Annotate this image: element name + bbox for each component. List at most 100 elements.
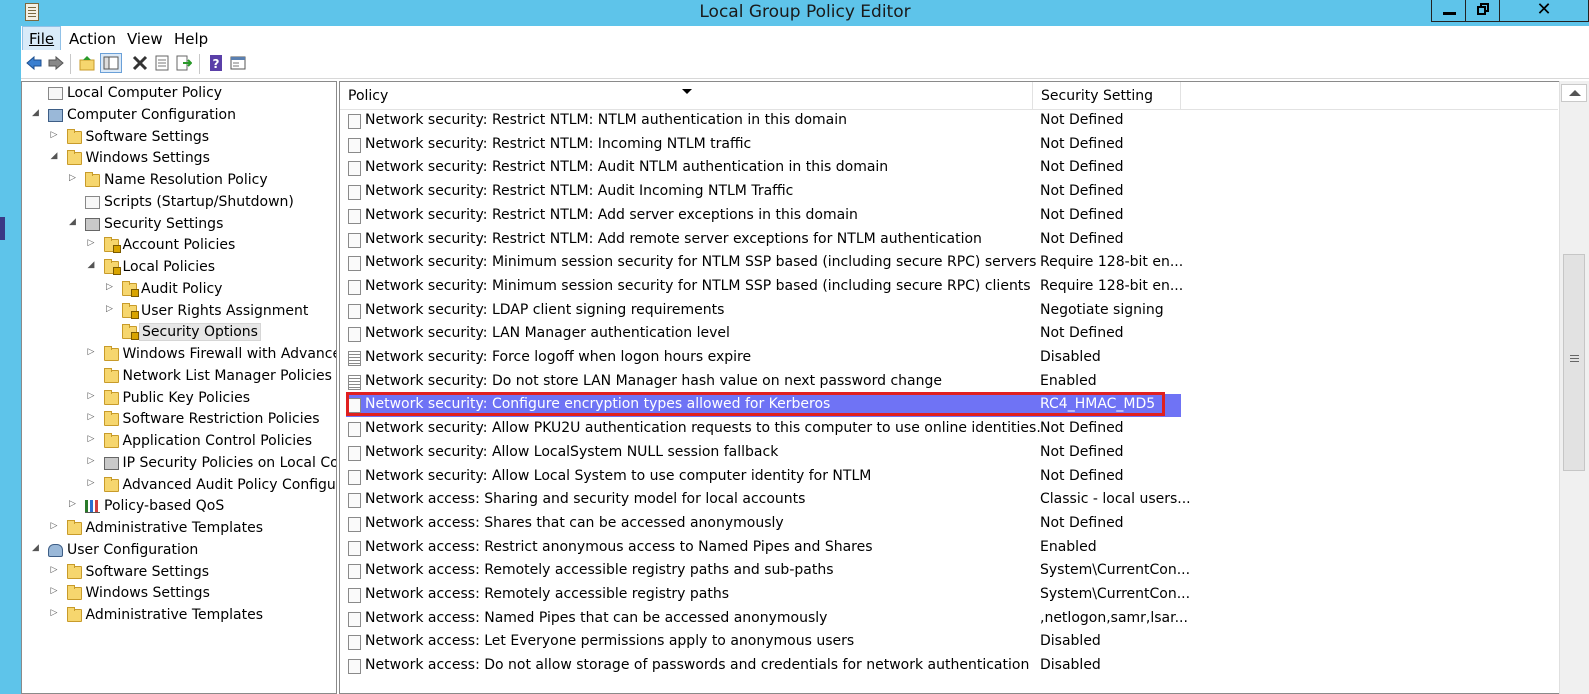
menu-file[interactable]: File: [22, 26, 62, 52]
menu-help[interactable]: Help: [174, 30, 208, 48]
collapsed-arrow-icon[interactable]: ▷: [51, 565, 59, 575]
close-button[interactable]: ✕: [1500, 0, 1589, 22]
tree-item[interactable]: ▷ Administrative Templates: [22, 519, 336, 540]
tree-item[interactable]: ▷ Software Settings: [22, 128, 336, 149]
policy-row[interactable]: Network security: LDAP client signing re…: [340, 300, 1558, 323]
policy-name: Network access: Sharing and security mod…: [365, 491, 806, 508]
expanded-arrow-icon[interactable]: ◢: [51, 151, 59, 161]
expanded-arrow-icon[interactable]: ◢: [88, 260, 96, 270]
tree-item[interactable]: ▷ Policy-based QoS: [22, 497, 336, 518]
console-tree[interactable]: Local Computer Policy ◢ Computer Configura…: [21, 81, 337, 694]
policy-row[interactable]: Network security: Restrict NTLM: NTLM au…: [340, 110, 1558, 133]
menu-action[interactable]: Action: [69, 30, 116, 48]
collapsed-arrow-icon[interactable]: ▷: [51, 130, 59, 140]
collapsed-arrow-icon[interactable]: ▷: [51, 521, 59, 531]
column-header-policy[interactable]: Policy: [340, 82, 1033, 109]
policy-row[interactable]: Network security: Restrict NTLM: Audit I…: [340, 181, 1558, 204]
forward-icon[interactable]: [48, 55, 64, 71]
policy-row[interactable]: Network security: Restrict NTLM: Incomin…: [340, 134, 1558, 157]
tree-item-label: Computer Configuration: [67, 106, 236, 123]
collapsed-arrow-icon[interactable]: ▷: [88, 238, 96, 248]
tree-item[interactable]: ◢ Local Policies: [22, 258, 336, 279]
back-icon[interactable]: [26, 55, 42, 71]
policy-row[interactable]: Network security: Allow Local System to …: [340, 466, 1558, 489]
tree-item[interactable]: ▷ Account Policies: [22, 236, 336, 257]
policy-row[interactable]: Network security: Minimum session securi…: [340, 252, 1558, 275]
tree-item[interactable]: ▷ Software Settings: [22, 563, 336, 584]
collapsed-arrow-icon[interactable]: ▷: [106, 282, 114, 292]
tree-item[interactable]: Network List Manager Policies: [22, 367, 336, 388]
tree-item[interactable]: ◢ Windows Settings: [22, 149, 336, 170]
collapsed-arrow-icon[interactable]: ▷: [106, 304, 114, 314]
collapsed-arrow-icon[interactable]: ▷: [88, 412, 96, 422]
show-hide-tree-icon[interactable]: [100, 53, 122, 73]
collapsed-arrow-icon[interactable]: ▷: [88, 434, 96, 444]
tree-item[interactable]: ◢ User Configuration: [22, 541, 336, 562]
minimize-button[interactable]: [1431, 0, 1466, 22]
properties-icon[interactable]: [154, 55, 170, 71]
policy-row[interactable]: Network security: Minimum session securi…: [340, 276, 1558, 299]
folder-icon: [103, 476, 119, 492]
policy-row[interactable]: Network security: Restrict NTLM: Audit N…: [340, 157, 1558, 180]
expanded-arrow-icon[interactable]: ◢: [32, 108, 40, 118]
collapsed-arrow-icon[interactable]: ▷: [88, 347, 96, 357]
tree-item[interactable]: ◢ Computer Configuration: [22, 106, 336, 127]
vertical-scrollbar[interactable]: [1559, 81, 1589, 694]
tree-item[interactable]: ▷ Administrative Templates: [22, 606, 336, 627]
tree-item[interactable]: ▷ User Rights Assignment: [22, 302, 336, 323]
collapsed-arrow-icon[interactable]: ▷: [88, 456, 96, 466]
tree-item[interactable]: ▷ IP Security Policies on Local Com: [22, 454, 337, 475]
console-icon[interactable]: [230, 55, 246, 71]
policy-row[interactable]: Network access: Let Everyone permissions…: [340, 631, 1558, 654]
menu-view[interactable]: View: [127, 30, 163, 48]
tree-item[interactable]: ▷ Audit Policy: [22, 280, 336, 301]
expanded-arrow-icon[interactable]: ◢: [69, 217, 77, 227]
collapsed-arrow-icon[interactable]: ▷: [51, 586, 59, 596]
policy-row[interactable]: Network access: Remotely accessible regi…: [340, 584, 1558, 607]
tree-item[interactable]: ▷ Advanced Audit Policy Configura: [22, 476, 336, 497]
delete-icon[interactable]: [132, 55, 148, 71]
tree-item-label: Scripts (Startup/Shutdown): [104, 193, 294, 210]
tree-item[interactable]: ▷ Software Restriction Policies: [22, 410, 336, 431]
scroll-thumb[interactable]: [1563, 254, 1585, 471]
column-header-security-setting[interactable]: Security Setting: [1033, 82, 1181, 109]
policy-row[interactable]: Network access: Restrict anonymous acces…: [340, 537, 1558, 560]
collapsed-arrow-icon[interactable]: ▷: [69, 499, 77, 509]
policy-row[interactable]: Network security: Do not store LAN Manag…: [340, 371, 1558, 394]
expanded-arrow-icon[interactable]: ◢: [32, 543, 40, 553]
policy-row[interactable]: Network access: Shares that can be acces…: [340, 513, 1558, 536]
collapsed-arrow-icon[interactable]: ▷: [88, 391, 96, 401]
policy-row[interactable]: Network security: Allow LocalSystem NULL…: [340, 442, 1558, 465]
policy-setting-icon: [348, 588, 361, 603]
policy-row[interactable]: Network access: Do not allow storage of …: [340, 655, 1558, 678]
policy-row[interactable]: Network access: Remotely accessible regi…: [340, 560, 1558, 583]
policy-row[interactable]: Network security: Force logoff when logo…: [340, 347, 1558, 370]
policy-row[interactable]: Network security: Allow PKU2U authentica…: [340, 418, 1558, 441]
policy-row[interactable]: Network security: Restrict NTLM: Add ser…: [340, 205, 1558, 228]
policy-row[interactable]: Network access: Named Pipes that can be …: [340, 608, 1558, 631]
collapsed-arrow-icon[interactable]: ▷: [69, 173, 77, 183]
tree-item[interactable]: Scripts (Startup/Shutdown): [22, 193, 336, 214]
tree-item[interactable]: ▷ Windows Settings: [22, 584, 336, 605]
tree-item[interactable]: ▷ Windows Firewall with Advanced: [22, 345, 336, 366]
tree-item[interactable]: Local Computer Policy: [22, 84, 336, 105]
tree-item[interactable]: Security Options: [22, 323, 336, 344]
scroll-up-button[interactable]: [1561, 84, 1587, 102]
details-pane[interactable]: Policy Security Setting Network security…: [339, 81, 1559, 694]
tree-item[interactable]: ▷ Name Resolution Policy: [22, 171, 336, 192]
restore-button[interactable]: [1466, 0, 1500, 22]
collapsed-arrow-icon[interactable]: ▷: [51, 608, 59, 618]
help-icon[interactable]: ?: [208, 55, 224, 71]
tree-item[interactable]: ▷ Application Control Policies: [22, 432, 336, 453]
title-bar[interactable]: Local Group Policy Editor ✕: [21, 0, 1589, 26]
policy-row[interactable]: Network access: Sharing and security mod…: [340, 489, 1558, 512]
tree-item[interactable]: ▷ Public Key Policies: [22, 389, 336, 410]
tree-item[interactable]: ◢ Security Settings: [22, 215, 336, 236]
up-folder-icon[interactable]: [79, 55, 95, 71]
policy-name: Network security: Restrict NTLM: NTLM au…: [365, 112, 848, 128]
policy-row[interactable]: Network security: LAN Manager authentica…: [340, 323, 1558, 346]
policy-row[interactable]: Network security: Restrict NTLM: Add rem…: [340, 229, 1558, 252]
export-list-icon[interactable]: [176, 55, 193, 71]
collapsed-arrow-icon[interactable]: ▷: [88, 478, 96, 488]
policy-row[interactable]: Network security: Configure encryption t…: [340, 392, 1558, 418]
